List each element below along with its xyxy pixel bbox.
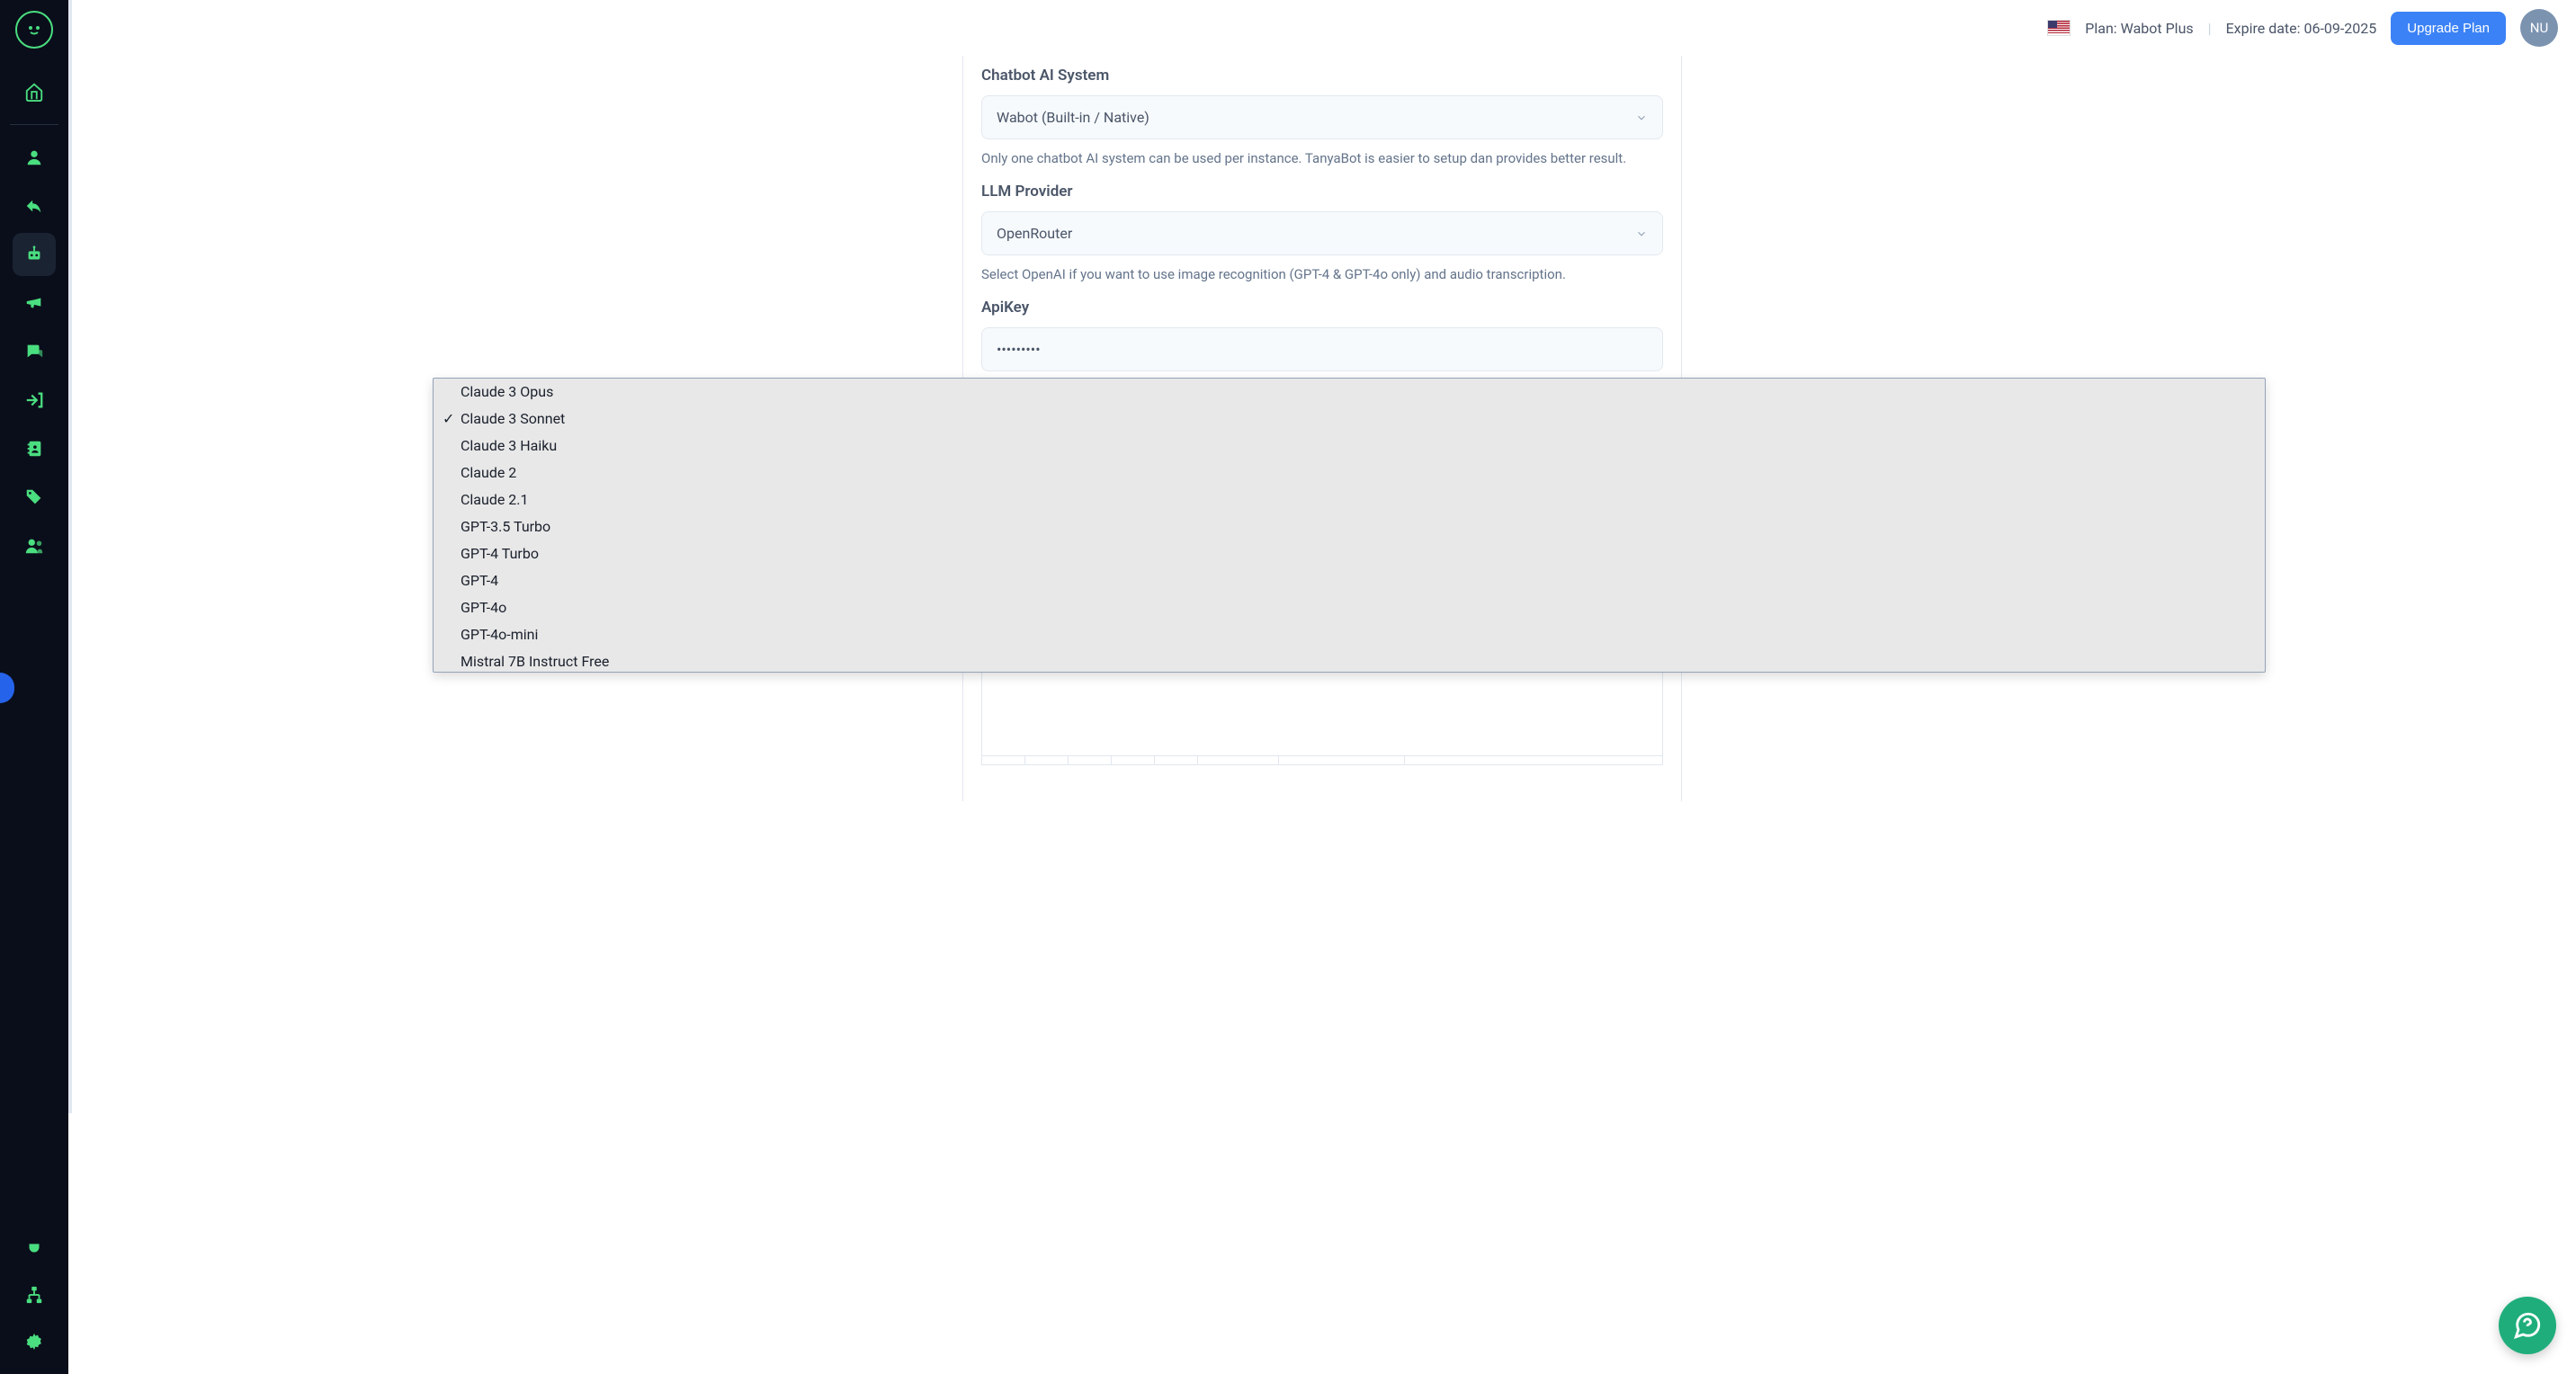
apikey-input[interactable]: ••••••••• bbox=[981, 327, 1663, 371]
model-option[interactable]: Claude 2 bbox=[434, 459, 2265, 486]
chatbot-system-label: Chatbot AI System bbox=[963, 67, 1681, 85]
upgrade-plan-button[interactable]: Upgrade Plan bbox=[2391, 12, 2506, 45]
nav-contacts[interactable] bbox=[13, 427, 56, 470]
tags-icon bbox=[24, 487, 44, 507]
nav-tags[interactable] bbox=[13, 476, 56, 519]
chevron-down-icon bbox=[1635, 228, 1648, 240]
llm-provider-help: Select OpenAI if you want to use image r… bbox=[963, 255, 1681, 282]
nav-flow[interactable] bbox=[13, 1273, 56, 1316]
app-logo[interactable] bbox=[15, 11, 53, 49]
model-option[interactable]: Claude 3 Opus bbox=[434, 379, 2265, 406]
nav-reply[interactable] bbox=[13, 184, 56, 228]
model-option[interactable]: GPT-4o-mini bbox=[434, 621, 2265, 648]
chatbot-system-select[interactable]: Wabot (Built-in / Native) bbox=[981, 95, 1663, 139]
llm-provider-select[interactable]: OpenRouter bbox=[981, 211, 1663, 255]
model-option[interactable]: GPT-3.5 Turbo bbox=[434, 513, 2265, 540]
model-option[interactable]: GPT-4 bbox=[434, 567, 2265, 594]
megaphone-icon bbox=[24, 293, 44, 313]
topbar: Plan: Wabot Plus | Expire date: 06-09-20… bbox=[68, 0, 2576, 56]
chat-icon bbox=[24, 342, 44, 361]
model-option[interactable]: GPT-4 Turbo bbox=[434, 540, 2265, 567]
nav-bot[interactable] bbox=[13, 233, 56, 276]
sidebar-divider bbox=[10, 124, 58, 125]
nav-team[interactable] bbox=[13, 524, 56, 567]
nav-export[interactable] bbox=[13, 379, 56, 422]
main-content: Plan: Wabot Plus | Expire date: 06-09-20… bbox=[68, 0, 2576, 1374]
model-option[interactable]: Claude 3 Sonnet bbox=[434, 406, 2265, 433]
nav-integrations[interactable] bbox=[13, 1227, 56, 1270]
chevron-down-icon bbox=[1635, 112, 1648, 124]
robot-icon bbox=[24, 245, 44, 264]
form-content: Chatbot AI System Wabot (Built-in / Nati… bbox=[68, 56, 2576, 1374]
export-icon bbox=[24, 390, 44, 410]
chatbot-system-help: Only one chatbot AI system can be used p… bbox=[963, 139, 1681, 166]
flag-icon[interactable] bbox=[2047, 20, 2071, 36]
help-chat-fab[interactable] bbox=[2499, 1297, 2556, 1354]
model-dropdown: Claude 3 OpusClaude 3 SonnetClaude 3 Hai… bbox=[433, 378, 2266, 673]
nav-chat[interactable] bbox=[13, 330, 56, 373]
model-option[interactable]: Mistral 7B Instruct Free bbox=[434, 648, 2265, 673]
reply-icon bbox=[24, 196, 44, 216]
plan-label: Plan: Wabot Plus bbox=[2085, 20, 2193, 37]
llm-provider-value: OpenRouter bbox=[997, 225, 1072, 242]
nav-settings[interactable] bbox=[13, 1320, 56, 1363]
editor-toolbar bbox=[981, 756, 1663, 765]
sitemap-icon bbox=[24, 1285, 44, 1305]
apikey-label: ApiKey bbox=[963, 299, 1681, 317]
gear-icon bbox=[24, 1332, 44, 1352]
model-option[interactable]: GPT-4o bbox=[434, 594, 2265, 621]
user-icon bbox=[24, 147, 44, 167]
nav-user[interactable] bbox=[13, 136, 56, 179]
home-icon bbox=[24, 82, 44, 102]
model-option[interactable]: Claude 2.1 bbox=[434, 486, 2265, 513]
address-book-icon bbox=[24, 439, 44, 459]
llm-provider-label: LLM Provider bbox=[963, 183, 1681, 201]
chatbot-system-value: Wabot (Built-in / Native) bbox=[997, 109, 1149, 126]
user-avatar[interactable]: NU bbox=[2520, 9, 2558, 47]
model-option[interactable]: Claude 3 Haiku bbox=[434, 433, 2265, 459]
users-icon bbox=[24, 536, 44, 556]
apikey-value: ••••••••• bbox=[997, 341, 1041, 358]
chat-help-icon bbox=[2512, 1310, 2543, 1341]
plug-icon bbox=[24, 1238, 44, 1258]
nav-home[interactable] bbox=[13, 70, 56, 113]
expire-label: Expire date: 06-09-2025 bbox=[2226, 20, 2377, 37]
separator: | bbox=[2208, 20, 2212, 37]
nav-broadcast[interactable] bbox=[13, 281, 56, 325]
